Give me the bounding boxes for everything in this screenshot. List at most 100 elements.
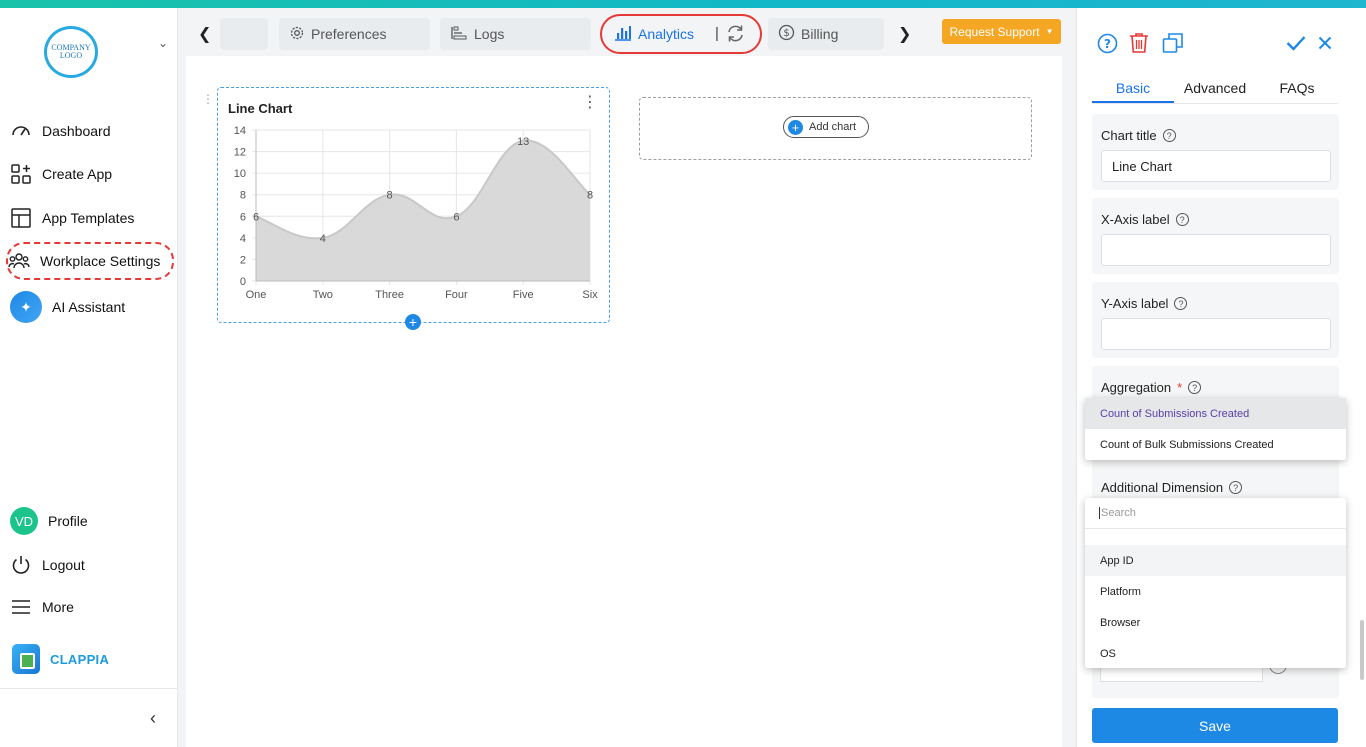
sidebar-item-label: Dashboard [42, 123, 111, 139]
chart-card[interactable]: 0 2 4 6 8 10 12 14 One Two Three Four Five Six 6 4 8 6 13 8… [217, 87, 610, 323]
search-input[interactable] [1099, 507, 1319, 519]
x-axis-input[interactable] [1101, 234, 1331, 266]
y-tick-label: 10 [234, 168, 246, 180]
logo-text: COMPANY LOGO [51, 43, 91, 60]
aggregation-label: Aggregation * ? [1101, 380, 1202, 395]
chevron-down-icon[interactable]: ⌄ [158, 36, 168, 50]
question-icon[interactable]: ? [1229, 481, 1243, 494]
bar-chart-icon [614, 25, 632, 44]
power-icon [10, 554, 32, 576]
x-tick-label: Three [375, 289, 404, 301]
sidebar-item-label: More [42, 599, 74, 615]
users-icon [8, 250, 30, 272]
sidebar-item-label: Logout [42, 557, 85, 573]
collapse-sidebar-icon[interactable]: ‹ [150, 708, 156, 729]
sidebar-item-workplace-settings[interactable]: Workplace Settings [6, 242, 175, 280]
clappia-logo-icon [12, 644, 40, 674]
data-label: 8 [387, 190, 393, 202]
dimension-dropdown: App ID Platform Browser OS [1085, 498, 1346, 668]
kebab-menu-icon[interactable]: ⋮ [582, 95, 598, 111]
sidebar-item-create-app[interactable]: Create App [10, 163, 112, 185]
data-label: 8 [587, 190, 593, 202]
add-chart-placeholder: + Add chart [639, 97, 1032, 160]
logs-icon [450, 25, 468, 44]
chart-title-input[interactable] [1101, 150, 1331, 182]
data-label: 6 [453, 211, 459, 223]
tab-faqs[interactable]: FAQs [1256, 72, 1338, 103]
plus-icon: + [788, 119, 803, 135]
duplicate-icon[interactable] [1162, 32, 1184, 54]
tab-label: Logs [474, 26, 505, 42]
label-text: Aggregation [1101, 380, 1172, 395]
layout-icon [10, 207, 32, 229]
close-icon[interactable] [1314, 32, 1336, 54]
x-tick-label: Six [582, 289, 598, 301]
label-text: Additional Dimension [1101, 480, 1224, 495]
dimension-option[interactable]: App ID [1085, 545, 1346, 576]
settings-tabs: Basic Advanced FAQs [1092, 72, 1338, 104]
aggregation-option[interactable]: Count of Bulk Submissions Created [1085, 429, 1346, 460]
label-text: Chart title [1101, 128, 1157, 143]
tab-previous[interactable] [220, 18, 268, 50]
additional-dimension-label: Additional Dimension ? [1101, 480, 1243, 495]
tab-logs[interactable]: Logs [440, 18, 591, 50]
y-tick-label: 12 [234, 147, 246, 159]
y-tick-label: 4 [240, 233, 246, 245]
save-button[interactable]: Save [1092, 708, 1338, 743]
dimension-option[interactable]: Browser [1085, 607, 1346, 638]
tab-advanced[interactable]: Advanced [1174, 72, 1256, 103]
avatar: VD [10, 507, 38, 535]
help-icon[interactable]: ? [1096, 32, 1118, 54]
sidebar-item-logout[interactable]: Logout [10, 554, 85, 576]
y-tick-label: 6 [240, 211, 246, 223]
x-axis-label: X-Axis label ? [1101, 212, 1189, 227]
sidebar-item-dashboard[interactable]: Dashboard [10, 120, 111, 142]
sidebar-item-profile[interactable]: VD Profile [10, 507, 88, 535]
question-icon[interactable]: ? [1162, 129, 1176, 142]
sidebar-item-app-templates[interactable]: App Templates [10, 207, 134, 229]
tab-analytics[interactable]: Analytics [604, 18, 704, 50]
divider [0, 688, 178, 689]
chevron-right-icon[interactable]: ❯ [898, 24, 911, 44]
question-icon[interactable]: ? [1175, 213, 1189, 226]
chevron-left-icon[interactable]: ❮ [198, 24, 211, 44]
brand-name: CLAPPIA [50, 651, 110, 667]
trash-icon[interactable] [1128, 32, 1150, 54]
x-tick-label: Two [313, 289, 333, 301]
tab-basic[interactable]: Basic [1092, 72, 1174, 103]
grid-plus-icon [10, 163, 32, 185]
add-chart-button[interactable]: + Add chart [783, 116, 870, 138]
chart-title-label: Chart title ? [1101, 128, 1176, 143]
chart-title: Line Chart [228, 101, 293, 116]
dropdown-spacer [1085, 529, 1346, 545]
add-below-icon[interactable]: + [405, 314, 421, 330]
line-chart: 02468101214One Two Three Four Five Six6486138 [234, 125, 598, 301]
sidebar-item-label: Create App [42, 166, 113, 182]
ai-assistant-icon: ✦ [10, 291, 42, 323]
y-axis-input[interactable] [1101, 318, 1331, 350]
panel-scrollbar[interactable] [1360, 620, 1364, 680]
menu-icon [10, 596, 32, 618]
data-label: 4 [320, 233, 326, 245]
question-icon[interactable]: ? [1188, 381, 1202, 394]
x-axis-group: X-Axis label ? [1092, 198, 1339, 274]
required-mark: * [1177, 380, 1183, 395]
question-icon[interactable]: ? [1174, 297, 1188, 310]
tab-preferences[interactable]: Preferences [279, 18, 430, 50]
top-accent-bar [0, 0, 1366, 8]
refresh-icon[interactable] [726, 24, 745, 48]
svg-text:?: ? [1104, 37, 1111, 51]
sidebar-item-more[interactable]: More [10, 596, 74, 618]
tab-billing[interactable]: $ Billing [768, 18, 884, 50]
y-tick-label: 8 [240, 190, 246, 202]
sidebar-item-ai-assistant[interactable]: ✦ AI Assistant [10, 291, 125, 323]
add-chart-label: Add chart [809, 121, 857, 133]
request-support-button[interactable]: Request Support ▼ [942, 19, 1061, 44]
aggregation-option[interactable]: Count of Submissions Created [1085, 398, 1346, 429]
dimension-option[interactable]: Platform [1085, 576, 1346, 607]
check-icon[interactable] [1285, 32, 1307, 54]
dimension-search [1085, 498, 1346, 529]
dimension-option[interactable]: OS [1085, 638, 1346, 669]
svg-text:$: $ [783, 28, 789, 39]
company-logo[interactable]: COMPANY LOGO [44, 26, 98, 78]
